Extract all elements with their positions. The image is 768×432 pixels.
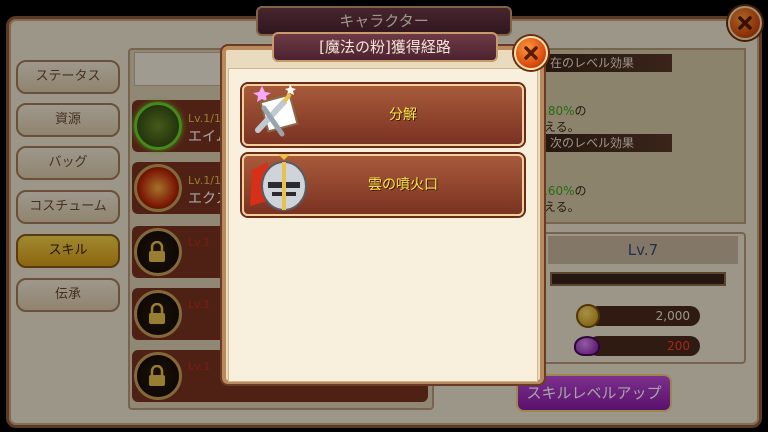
route-label: 分解: [389, 107, 417, 123]
route-label: 雲の噴火口: [368, 177, 438, 193]
route-disassemble-button[interactable]: 分解: [242, 84, 524, 146]
close-icon: [524, 46, 538, 60]
popup-title: [魔法の粉]獲得経路: [272, 32, 498, 62]
route-volcano-button[interactable]: 雲の噴火口: [242, 154, 524, 216]
popup-close-button[interactable]: [514, 36, 548, 70]
